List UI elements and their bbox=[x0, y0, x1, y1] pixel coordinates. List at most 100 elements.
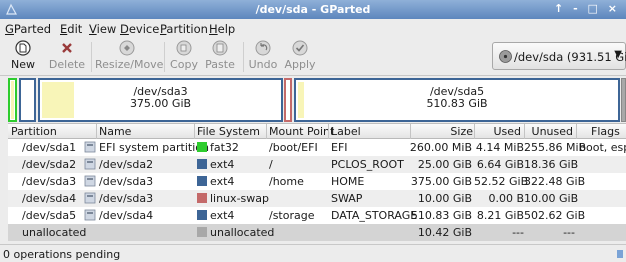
cell-used: 8.21 GiB bbox=[476, 209, 524, 222]
lock-icon bbox=[84, 158, 96, 170]
menu-view[interactable]: View bbox=[89, 22, 116, 36]
cell-used: 52.52 GiB bbox=[474, 175, 529, 188]
menu-help[interactable]: Help bbox=[209, 22, 235, 36]
resize-move-icon bbox=[119, 40, 135, 56]
resize-move-button[interactable]: Resize/Move bbox=[95, 40, 163, 74]
paste-button[interactable]: Paste bbox=[204, 40, 236, 74]
copy-button[interactable]: Copy bbox=[169, 40, 199, 74]
cell-partition: /dev/sda1 bbox=[22, 141, 77, 154]
header-unused[interactable]: Unused bbox=[527, 125, 573, 138]
diskmap-partition-sda2[interactable] bbox=[19, 78, 36, 122]
cell-unused: 255.86 MiB bbox=[524, 141, 587, 154]
diskmap-partition-sda1[interactable] bbox=[8, 78, 17, 122]
lock-icon bbox=[84, 175, 96, 187]
menu-partition[interactable]: Partition bbox=[160, 22, 208, 36]
cell-file-system: linux-swap bbox=[197, 192, 269, 205]
cell-partition: unallocated bbox=[22, 226, 87, 239]
apply-button[interactable]: Apply bbox=[284, 40, 316, 74]
copy-icon bbox=[176, 40, 192, 56]
diskmap-partition-sda3[interactable]: /dev/sda3 375.00 GiB bbox=[38, 78, 283, 122]
header-label[interactable]: Label bbox=[331, 125, 361, 138]
table-row[interactable]: /dev/sda1 EFI system partition fat32 /bo… bbox=[8, 139, 626, 156]
cell-name: EFI system partition bbox=[99, 141, 209, 154]
cell-label: PCLOS_ROOT bbox=[331, 158, 404, 171]
cell-partition: /dev/sda5 bbox=[22, 209, 77, 222]
cell-used: 4.14 MiB bbox=[475, 141, 524, 154]
cell-used: --- bbox=[512, 226, 524, 239]
paste-icon bbox=[212, 40, 228, 56]
menu-bar: GParted Edit View Device Partition Help bbox=[0, 19, 626, 38]
minimize-icon[interactable]: - bbox=[573, 2, 581, 15]
fs-color-swatch bbox=[197, 227, 207, 237]
cell-file-system: fat32 bbox=[197, 141, 239, 154]
cell-size: 375.00 GiB bbox=[410, 175, 472, 188]
keep-above-icon[interactable]: ↑ bbox=[554, 2, 566, 15]
header-name[interactable]: Name bbox=[99, 125, 131, 138]
header-separator bbox=[194, 124, 195, 139]
undo-icon bbox=[255, 40, 271, 56]
cell-size: 25.00 GiB bbox=[417, 158, 472, 171]
cell-size: 510.83 GiB bbox=[410, 209, 472, 222]
cell-unused: 18.36 GiB bbox=[524, 158, 579, 171]
cell-flags: boot, esp bbox=[579, 141, 626, 154]
disk-icon bbox=[499, 50, 512, 63]
cell-mount-point: /boot/EFI bbox=[269, 141, 318, 154]
cell-unused: 10.00 GiB bbox=[524, 192, 579, 205]
table-row[interactable]: /dev/sda2 /dev/sda2 ext4 / PCLOS_ROOT 25… bbox=[8, 156, 626, 173]
maximize-icon[interactable]: □ bbox=[588, 2, 601, 15]
partition-table: Partition Name File System Mount Point L… bbox=[8, 123, 626, 241]
diskmap-partition-sda5[interactable]: /dev/sda5 510.83 GiB bbox=[294, 78, 620, 122]
device-label: /dev/sda (931.51 GiB) bbox=[514, 50, 626, 64]
table-row[interactable]: /dev/sda5 /dev/sda4 ext4 /storage DATA_S… bbox=[8, 207, 626, 224]
status-bar: 0 operations pending bbox=[0, 244, 626, 262]
delete-icon bbox=[62, 43, 72, 53]
cell-name: /dev/sda3 bbox=[99, 192, 154, 205]
device-selector[interactable]: /dev/sda (931.51 GiB) ▼ bbox=[492, 42, 626, 70]
header-partition[interactable]: Partition bbox=[11, 125, 57, 138]
used-space-fill bbox=[11, 81, 14, 119]
toolbar-separator bbox=[164, 42, 165, 72]
cell-mount-point: /storage bbox=[269, 209, 315, 222]
cell-partition: /dev/sda3 bbox=[22, 175, 77, 188]
cell-mount-point: /home bbox=[269, 175, 304, 188]
header-mount-point[interactable]: Mount Point bbox=[269, 125, 334, 138]
menu-edit[interactable]: Edit bbox=[60, 22, 82, 36]
resize-grip-icon[interactable] bbox=[617, 250, 623, 258]
cell-used: 6.64 GiB bbox=[476, 158, 524, 171]
diskmap-partition-sda4[interactable] bbox=[284, 78, 292, 122]
cell-partition: /dev/sda2 bbox=[22, 158, 77, 171]
apply-icon bbox=[292, 40, 308, 56]
cell-file-system: unallocated bbox=[197, 226, 274, 239]
header-separator bbox=[96, 124, 97, 139]
close-icon[interactable]: × bbox=[608, 2, 620, 15]
new-button[interactable]: New bbox=[6, 40, 40, 74]
cell-unused: 502.62 GiB bbox=[524, 209, 586, 222]
dropdown-arrow-icon: ▼ bbox=[614, 49, 622, 60]
delete-button[interactable]: Delete bbox=[48, 40, 86, 74]
new-icon bbox=[15, 40, 31, 56]
status-text: 0 operations pending bbox=[3, 248, 121, 261]
cell-label: SWAP bbox=[331, 192, 363, 205]
menu-gparted[interactable]: GParted bbox=[5, 22, 51, 36]
title-bar: /dev/sda - GParted ↑ - □ × bbox=[0, 0, 626, 19]
table-row[interactable]: /dev/sda3 /dev/sda3 ext4 /home HOME 375.… bbox=[8, 173, 626, 190]
cell-size: 10.00 GiB bbox=[417, 192, 472, 205]
header-file-system[interactable]: File System bbox=[197, 125, 260, 138]
header-used[interactable]: Used bbox=[477, 125, 521, 138]
header-flags[interactable]: Flags bbox=[591, 125, 620, 138]
fs-color-swatch bbox=[197, 142, 207, 152]
header-separator bbox=[474, 124, 475, 139]
undo-button[interactable]: Undo bbox=[248, 40, 278, 74]
diskmap-unallocated[interactable] bbox=[621, 78, 626, 122]
cell-file-system: ext4 bbox=[197, 209, 234, 222]
cell-label: DATA_STORAGE bbox=[331, 209, 418, 222]
menu-device[interactable]: Device bbox=[120, 22, 159, 36]
cell-label: HOME bbox=[331, 175, 365, 188]
header-size[interactable]: Size bbox=[413, 125, 473, 138]
table-row[interactable]: /dev/sda4 /dev/sda3 linux-swap SWAP 10.0… bbox=[8, 190, 626, 207]
toolbar-separator bbox=[91, 42, 92, 72]
cell-file-system: ext4 bbox=[197, 158, 234, 171]
header-separator bbox=[576, 124, 577, 139]
table-row[interactable]: unallocated unallocated 10.42 GiB --- --… bbox=[8, 224, 626, 241]
fs-color-swatch bbox=[197, 210, 207, 220]
